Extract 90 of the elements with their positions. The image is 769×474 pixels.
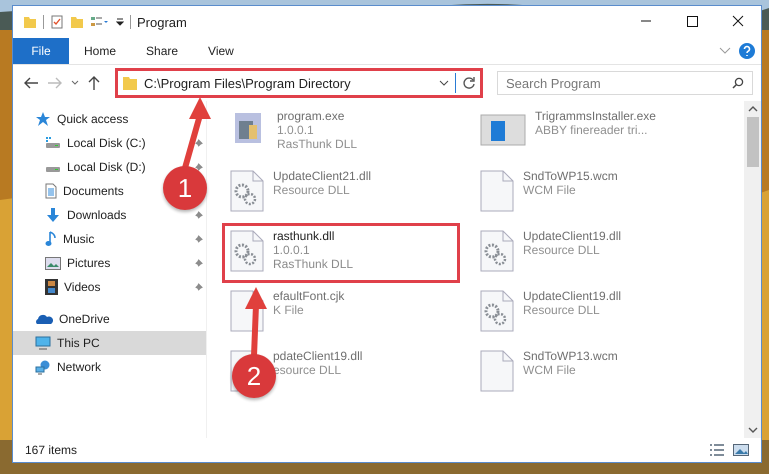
sidebar-item[interactable]: Quick access — [35, 111, 128, 127]
gear-file-icon — [229, 169, 265, 213]
item-count: 167 items — [25, 443, 78, 457]
picture-icon — [45, 256, 61, 270]
sidebar-item[interactable]: Videos — [45, 279, 100, 295]
document-icon — [45, 183, 57, 199]
sidebar-label: Network — [57, 360, 102, 374]
sidebar-label: Videos — [64, 280, 100, 294]
window-title: Program — [137, 14, 187, 30]
pin-icon[interactable] — [193, 138, 204, 148]
network-icon — [35, 360, 51, 374]
file-name[interactable]: SndToWP15.wcm — [523, 169, 618, 183]
file-name[interactable]: TrigrammsInstaller.exe — [535, 109, 656, 123]
file-detail: Resource DLL — [523, 243, 601, 257]
view-list-icon[interactable] — [90, 15, 110, 29]
gear-file-icon — [229, 229, 265, 273]
file-name[interactable]: efaultFont.cjk — [273, 289, 344, 303]
cloud-icon — [35, 313, 53, 325]
help-icon[interactable] — [739, 43, 755, 59]
back-arrow-icon[interactable] — [23, 76, 39, 90]
file-detail: 1.0.0.1 — [273, 243, 311, 257]
chevron-down-icon[interactable] — [71, 80, 79, 86]
file-name[interactable]: program.exe — [277, 109, 358, 123]
search-icon[interactable] — [732, 77, 744, 89]
sidebar-item[interactable]: Pictures — [45, 256, 110, 270]
file-detail: ABBY finereader tri... — [535, 123, 648, 137]
file-detail: Resource DLL — [273, 183, 351, 197]
star-icon — [35, 111, 51, 127]
sidebar-label: Downloads — [67, 208, 126, 222]
music-icon — [45, 231, 57, 247]
details-view-icon[interactable] — [709, 443, 725, 457]
sidebar-label: Quick access — [57, 112, 128, 126]
blank-file-icon — [479, 349, 515, 393]
pin-icon[interactable] — [193, 210, 204, 220]
file-name[interactable]: SndToWP13.wcm — [523, 349, 618, 363]
drive-icon — [45, 137, 61, 149]
film-icon — [45, 279, 58, 295]
sidebar-item[interactable]: Music — [45, 231, 94, 247]
file-detail: WCM File — [523, 363, 577, 377]
file-detail: WCM File — [523, 183, 577, 197]
download-icon — [45, 207, 61, 223]
up-arrow-icon[interactable] — [87, 75, 101, 91]
sidebar-item[interactable]: Local Disk (C:) — [45, 136, 146, 150]
sidebar-label: Documents — [63, 184, 124, 198]
file-detail: 1.0.0.1 — [277, 123, 315, 137]
sidebar-item[interactable]: Local Disk (D:) — [45, 160, 146, 174]
file-name[interactable]: UpdateClient19.dll — [523, 289, 622, 303]
file-name[interactable]: UpdateClient19.dll — [523, 229, 622, 243]
ribbon-tab[interactable]: Home — [69, 38, 132, 64]
search-field[interactable]: Search Program — [497, 71, 753, 95]
scrollbar-thumb[interactable] — [746, 117, 758, 167]
gear-file-icon — [479, 289, 515, 333]
sidebar-item[interactable]: OneDrive — [35, 312, 110, 326]
file-name[interactable]: rasthunk.dll — [273, 229, 354, 243]
sidebar-item[interactable]: Documents — [45, 183, 124, 199]
file-detail: K File — [273, 303, 305, 317]
file-name[interactable]: UpdateClient21.dll — [273, 169, 372, 183]
scroll-up-icon[interactable] — [748, 105, 758, 113]
file-detail: RasThunk DLL — [277, 137, 358, 151]
properties-icon[interactable] — [50, 15, 64, 29]
scroll-down-icon[interactable] — [748, 426, 758, 434]
gear-file-icon — [479, 229, 515, 273]
thumbnail-view-icon[interactable] — [733, 443, 749, 457]
sidebar-item[interactable]: Downloads — [45, 207, 126, 223]
address-bar[interactable]: C:\Program Files\Program Directory — [115, 68, 483, 98]
computer-icon — [35, 336, 51, 350]
sidebar-item[interactable]: This PC — [35, 336, 100, 350]
sidebar-label: OneDrive — [59, 312, 110, 326]
folder-icon — [122, 75, 138, 91]
sidebar-label: Local Disk (D:) — [67, 160, 146, 174]
sidebar-label: This PC — [57, 336, 100, 350]
sidebar-item[interactable]: Network — [35, 360, 102, 374]
sidebar-label: Pictures — [67, 256, 110, 270]
ribbon-tab[interactable]: Share — [131, 38, 194, 64]
pin-icon[interactable] — [193, 258, 204, 268]
sidebar-label: Local Disk (C:) — [67, 136, 146, 150]
pin-icon[interactable] — [193, 162, 204, 172]
address-path: C:\Program Files\Program Directory — [144, 76, 352, 90]
arrow — [242, 287, 268, 356]
file-detail: RasThunk DLL — [273, 257, 354, 271]
blank-file-icon — [479, 169, 515, 213]
file-detail: Resource DLL — [523, 303, 601, 317]
file-name[interactable]: pdateClient19.dll — [273, 349, 362, 363]
dropdown-icon[interactable] — [116, 17, 124, 27]
pin-icon[interactable] — [193, 234, 204, 244]
chevron-down-icon[interactable] — [439, 79, 449, 87]
ribbon-tab[interactable]: View — [193, 38, 249, 64]
sidebar-label: Music — [63, 232, 94, 246]
pin-icon[interactable] — [193, 282, 204, 292]
refresh-icon[interactable] — [462, 76, 476, 90]
